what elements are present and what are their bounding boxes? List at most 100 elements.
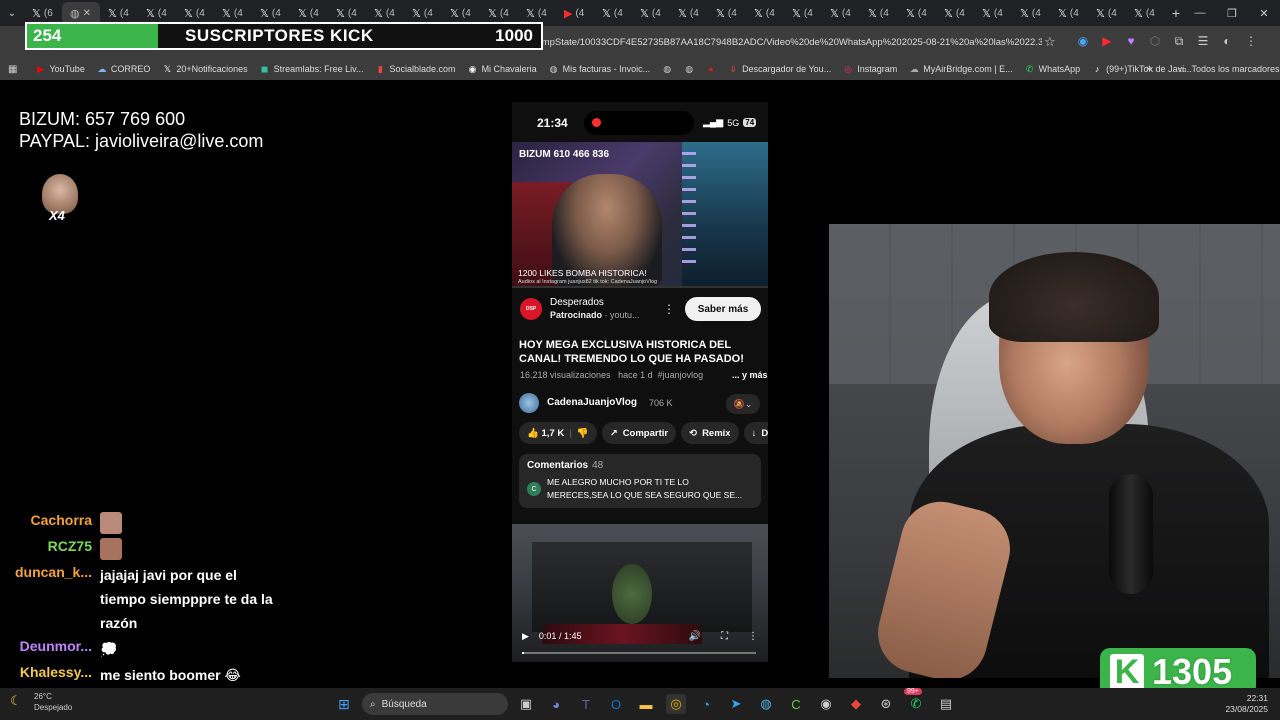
browser-tab[interactable]: 𝕏 (4: [594, 2, 632, 24]
notification-bell-button[interactable]: 🔕 ⌄: [726, 394, 760, 414]
all-bookmarks-folder[interactable]: ▭ Todos los marcadores: [1178, 58, 1280, 80]
taskbar-clock[interactable]: 22:31 23/08/2025: [1225, 693, 1268, 715]
browser-tab[interactable]: 𝕏 (4: [252, 2, 290, 24]
video-seek-bar[interactable]: [522, 652, 756, 654]
extension-icon[interactable]: ⬡: [1148, 34, 1162, 49]
extensions-puzzle-icon[interactable]: ⧉: [1172, 34, 1186, 49]
bookmark-item[interactable]: ◍: [684, 64, 694, 74]
app-icon[interactable]: ◆: [846, 694, 866, 714]
whatsapp-video-player[interactable]: ▶ 0:01 / 1:45 🔊 ⛶ ⋮: [512, 524, 768, 662]
browser-tab[interactable]: 𝕏 (4: [1050, 2, 1088, 24]
chat-username[interactable]: duncan_k...: [15, 564, 92, 580]
browser-tab[interactable]: 𝕏 (4: [632, 2, 670, 24]
like-button[interactable]: 👍 1,7 K: [527, 428, 564, 439]
minimize-button[interactable]: —: [1184, 0, 1216, 26]
fullscreen-icon[interactable]: ⛶: [721, 631, 728, 642]
close-tab-icon[interactable]: ✕: [83, 8, 91, 19]
browser-tab[interactable]: 𝕏 (4: [936, 2, 974, 24]
browser-tab[interactable]: 𝕏 (4: [366, 2, 404, 24]
extension-icon[interactable]: ◉: [1076, 34, 1090, 49]
reading-list-icon[interactable]: ☰: [1196, 34, 1210, 49]
playing-video-thumbnail[interactable]: BIZUM 610 466 836 1200 LIKES BOMBA HISTO…: [512, 142, 768, 288]
browser-tab[interactable]: 𝕏 (4: [480, 2, 518, 24]
chat-username[interactable]: RCZ75: [48, 538, 92, 554]
bookmark-item[interactable]: ⇓ Descargador de You...: [728, 64, 831, 75]
browser-tab[interactable]: 𝕏 (4: [1012, 2, 1050, 24]
remix-button[interactable]: ⟲ Remix: [681, 422, 739, 444]
snipping-icon[interactable]: ▤: [936, 694, 956, 714]
obs-icon[interactable]: ◉: [816, 694, 836, 714]
bookmark-item[interactable]: ●: [706, 64, 716, 74]
browser-tab[interactable]: 𝕏 (4: [138, 2, 176, 24]
tab-search-button[interactable]: ⌄: [0, 0, 24, 26]
ad-menu-icon[interactable]: ⋮: [663, 302, 675, 316]
chrome-icon[interactable]: ◎: [666, 694, 686, 714]
hashtag[interactable]: #juanjovlog: [658, 370, 704, 380]
close-window-button[interactable]: ✕: [1248, 0, 1280, 26]
browser-tab[interactable]: 𝕏 (4: [214, 2, 252, 24]
bookmark-item[interactable]: ◍ Mis facturas - Invoic...: [549, 64, 650, 75]
bookmark-item[interactable]: ▮ Socialblade.com: [376, 64, 456, 75]
bookmark-item[interactable]: ◉ Mi Chavaleria: [468, 64, 537, 75]
browser-tab[interactable]: 𝕏 (4: [442, 2, 480, 24]
bookmark-item[interactable]: ◍: [662, 64, 672, 74]
browser-tab[interactable]: 𝕏 (4: [1088, 2, 1126, 24]
video-progress-bar[interactable]: [512, 286, 768, 288]
bookmark-item[interactable]: ◎ Instagram: [843, 64, 897, 75]
download-button[interactable]: ↓ D: [743, 422, 768, 444]
chat-username[interactable]: Cachorra: [31, 512, 92, 528]
profile-avatar[interactable]: ◐: [1220, 34, 1234, 49]
apps-grid-icon[interactable]: ▦: [8, 64, 17, 75]
bookmarks-overflow-icon[interactable]: »: [1146, 58, 1152, 80]
bookmark-item[interactable]: ▶ YouTube: [35, 64, 85, 75]
browser-tab[interactable]: 𝕏 (4: [176, 2, 214, 24]
browser-tab[interactable]: 𝕏 (4: [100, 2, 138, 24]
weather-widget[interactable]: ☾ 26°C Despejado: [10, 691, 72, 713]
browser-tab[interactable]: 𝕏 (4: [784, 2, 822, 24]
bookmark-item[interactable]: ♪ (99+)TikTok de Javi...: [1092, 64, 1192, 74]
restore-button[interactable]: ❐: [1216, 0, 1248, 26]
telegram-icon[interactable]: ➤: [726, 694, 746, 714]
task-view-icon[interactable]: ▣: [516, 694, 536, 714]
play-icon[interactable]: ▶: [522, 631, 529, 642]
share-button[interactable]: ↗ Compartir: [601, 422, 677, 444]
bookmark-item[interactable]: ◼ Streamlabs: Free Liv...: [260, 64, 364, 75]
volume-icon[interactable]: 🔊: [689, 631, 701, 642]
bookmark-star-icon[interactable]: ☆: [1044, 34, 1056, 50]
whatsapp-icon[interactable]: ✆: [906, 694, 926, 714]
teams-icon[interactable]: T: [576, 694, 596, 714]
learn-more-button[interactable]: Saber más: [685, 297, 761, 321]
bookmark-item[interactable]: ☁ CORREO: [97, 64, 150, 75]
bookmark-item[interactable]: ☁ MyAirBridge.com | E...: [909, 64, 1013, 75]
bookmark-item[interactable]: ✆ WhatsApp: [1025, 64, 1080, 75]
start-button[interactable]: ⊞: [338, 696, 354, 712]
camtasia-icon[interactable]: C: [786, 694, 806, 714]
globe-app-icon[interactable]: ◍: [756, 694, 776, 714]
browser-tab[interactable]: 𝕏 (4: [290, 2, 328, 24]
more-options-icon[interactable]: ⋮: [748, 631, 758, 642]
browser-tab[interactable]: 𝕏 (6: [24, 2, 62, 24]
browser-tab[interactable]: 𝕏 (4: [404, 2, 442, 24]
browser-tab[interactable]: 𝕏 (4: [328, 2, 366, 24]
browser-tab[interactable]: ▶ (4: [556, 2, 594, 24]
browser-tab[interactable]: 𝕏 (4: [670, 2, 708, 24]
discord-icon[interactable]: ◕: [546, 694, 566, 714]
extension-icon[interactable]: ♥: [1124, 34, 1138, 49]
channel-avatar[interactable]: [519, 393, 539, 413]
browser-tab[interactable]: 𝕏 (4: [518, 2, 556, 24]
bookmark-item[interactable]: 𝕏 20+Notificaciones: [162, 64, 248, 75]
browser-tab[interactable]: 𝕏 (4: [708, 2, 746, 24]
advertiser-logo[interactable]: DSP: [520, 298, 542, 320]
edge-icon[interactable]: ◔: [696, 694, 716, 714]
outlook-icon[interactable]: O: [606, 694, 626, 714]
browser-tab[interactable]: 𝕏 (4: [746, 2, 784, 24]
dislike-button[interactable]: 👎: [577, 428, 589, 439]
chat-username[interactable]: Deunmor...: [20, 638, 92, 654]
chat-username[interactable]: Khalessy...: [20, 664, 92, 680]
browser-tab[interactable]: 𝕏 (4: [1126, 2, 1164, 24]
video-meta[interactable]: 16.218 visualizaciones hace 1 d #juanjov…: [520, 370, 768, 380]
browser-tab[interactable]: 𝕏 (4: [822, 2, 860, 24]
channel-name[interactable]: CadenaJuanjoVlog: [547, 397, 637, 408]
show-more-link[interactable]: ... y más: [732, 370, 768, 380]
youtube-extension-icon[interactable]: ▶: [1100, 34, 1114, 49]
